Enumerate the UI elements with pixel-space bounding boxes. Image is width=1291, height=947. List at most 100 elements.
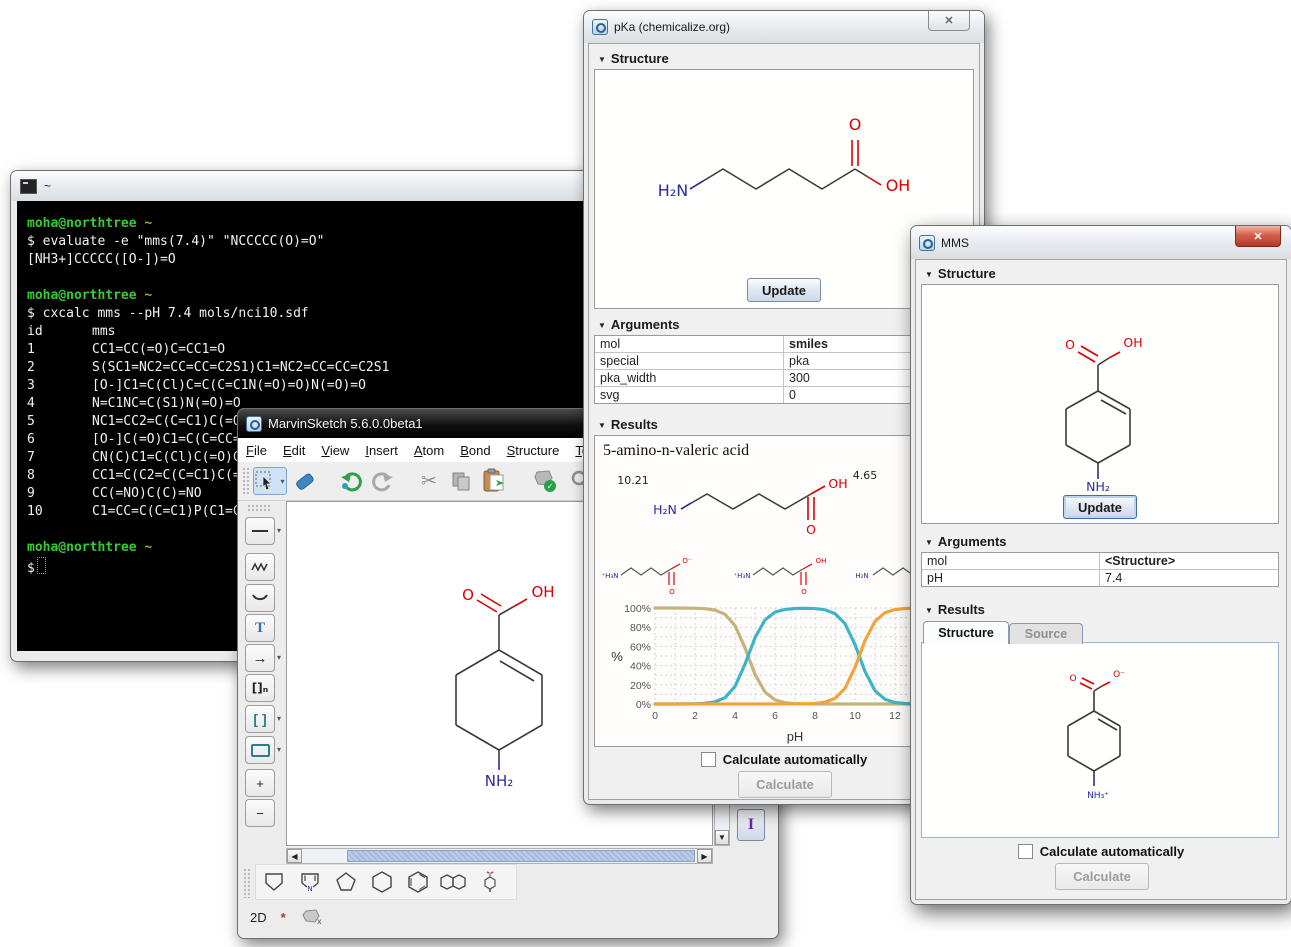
pka-calculate-button[interactable]: Calculate xyxy=(738,771,832,798)
structure-check-button[interactable]: ✓ xyxy=(529,467,561,495)
mms-structure-molecule: O OH NH₂ xyxy=(922,285,1276,521)
template-cyclopentadiene[interactable] xyxy=(256,867,292,897)
pka-calc-auto-checkbox[interactable] xyxy=(701,752,716,767)
svg-text:10: 10 xyxy=(849,710,861,722)
pka-structure-section-header[interactable]: ▼Structure xyxy=(598,51,669,66)
mms-arguments-section-header[interactable]: ▼Arguments xyxy=(925,534,1007,549)
rectangle-icon xyxy=(251,744,270,757)
menu-atom[interactable]: Atom xyxy=(406,443,452,458)
bond-tool-button[interactable] xyxy=(245,517,275,545)
pka-results-section-header[interactable]: ▼Results xyxy=(598,417,658,432)
scroll-down-button[interactable]: ▼ xyxy=(715,830,729,845)
insert-text-button[interactable]: I xyxy=(737,809,765,841)
terminal-titlebar[interactable]: ~ xyxy=(11,171,591,201)
arg-value[interactable]: <Structure> xyxy=(1100,553,1278,569)
mms-calculate-button[interactable]: Calculate xyxy=(1055,863,1149,890)
chevron-down-icon[interactable]: ▾ xyxy=(277,653,281,662)
menu-structure[interactable]: Structure xyxy=(499,443,568,458)
paste-icon xyxy=(481,468,509,494)
repeat-group-tool-button[interactable]: []ₙ xyxy=(245,674,275,702)
template-cyclohexane[interactable] xyxy=(364,867,400,897)
cyclopentane-icon xyxy=(333,870,359,894)
template-benzene[interactable] xyxy=(400,867,436,897)
svg-text:O: O xyxy=(669,588,675,596)
marvin-app-icon xyxy=(246,416,262,432)
horizontal-scrollbar-thumb[interactable] xyxy=(347,850,695,862)
mms-title: MMS xyxy=(941,236,969,250)
eraser-button[interactable] xyxy=(291,467,319,495)
dimension-indicator[interactable]: 2D xyxy=(250,910,267,925)
table-row: pH7.4 xyxy=(922,570,1278,586)
redo-button[interactable] xyxy=(369,467,397,495)
svg-text:OH: OH xyxy=(1123,335,1142,350)
chevron-down-icon[interactable]: ▾ xyxy=(277,526,281,535)
mms-calc-auto-checkbox[interactable] xyxy=(1018,844,1033,859)
svg-text:40%: 40% xyxy=(630,661,651,673)
pka-arguments-section-header[interactable]: ▼Arguments xyxy=(598,317,680,332)
template-naphthalene[interactable] xyxy=(436,867,472,897)
microspecies-cation: ⁺H₃N OH O xyxy=(729,548,847,600)
rectangle-tool-button[interactable] xyxy=(245,736,275,764)
svg-text:O: O xyxy=(849,115,862,134)
svg-text:⁺H₃N: ⁺H₃N xyxy=(733,572,750,580)
tab-structure[interactable]: Structure xyxy=(923,621,1009,644)
structure-checker-icon[interactable]: x xyxy=(300,908,322,926)
template-cyclopentane[interactable] xyxy=(328,867,364,897)
collapse-icon: ▼ xyxy=(925,538,933,547)
template-toolbar-grippy[interactable] xyxy=(243,868,251,898)
chevron-down-icon[interactable]: ▾ xyxy=(277,745,281,754)
mms-titlebar[interactable]: MMS xyxy=(911,226,1291,259)
chevron-down-icon[interactable]: ▾ xyxy=(277,714,281,723)
scroll-left-button[interactable]: ◀ xyxy=(287,849,302,863)
cut-button[interactable]: ✂ xyxy=(415,467,443,495)
svg-text:✓: ✓ xyxy=(547,482,554,491)
copy-button[interactable] xyxy=(447,467,475,495)
mms-update-button[interactable]: Update xyxy=(1063,495,1137,519)
marvin-title: MarvinSketch 5.6.0.0beta1 xyxy=(268,416,423,431)
zoom-in-button[interactable]: + xyxy=(245,769,275,797)
pka-update-button[interactable]: Update xyxy=(747,278,821,302)
custom-template-icon xyxy=(477,869,503,895)
paste-button[interactable] xyxy=(479,467,511,495)
arrow-tool-button[interactable]: → xyxy=(245,644,275,672)
text-tool-button[interactable]: T xyxy=(245,614,275,642)
scroll-right-button[interactable]: ▶ xyxy=(697,849,712,863)
mms-results-section-header[interactable]: ▼Results xyxy=(925,602,985,617)
template-pyrrole[interactable]: N xyxy=(292,867,328,897)
pka-titlebar[interactable]: pKa (chemicalize.org) xyxy=(584,11,984,43)
table-row: mol<Structure> xyxy=(922,553,1278,570)
menu-edit[interactable]: Edit xyxy=(275,443,313,458)
arc-tool-button[interactable] xyxy=(245,584,275,612)
svg-text:100%: 100% xyxy=(624,603,651,615)
mms-structure-section-header[interactable]: ▼Structure xyxy=(925,266,996,281)
svg-text:O: O xyxy=(806,522,816,537)
menu-insert[interactable]: Insert xyxy=(357,443,406,458)
svg-text:OH: OH xyxy=(886,176,911,195)
template-toolbar: N xyxy=(255,864,517,900)
svg-text:6: 6 xyxy=(772,710,778,722)
bracket-tool-button[interactable]: [ ] xyxy=(245,705,275,733)
undo-button[interactable] xyxy=(337,467,365,495)
svg-text:NH₃⁺: NH₃⁺ xyxy=(1087,791,1109,801)
left-toolbar-grippy[interactable] xyxy=(247,504,271,512)
menu-file[interactable]: File xyxy=(238,443,275,458)
pka-close-button[interactable]: ✕ xyxy=(928,11,970,31)
horizontal-scrollbar[interactable]: ◀ ▶ xyxy=(286,848,713,864)
select-tool-button[interactable]: ▾ xyxy=(253,467,287,495)
mms-close-button[interactable]: ✕ xyxy=(1235,226,1281,247)
collapse-icon: ▼ xyxy=(598,421,606,430)
svg-text:NH₂: NH₂ xyxy=(1086,479,1110,494)
chain-tool-button[interactable] xyxy=(245,553,275,581)
left-arrow-icon: ◀ xyxy=(291,852,297,861)
arg-name: mol xyxy=(595,336,784,352)
svg-text:OH: OH xyxy=(531,583,554,601)
menu-bond[interactable]: Bond xyxy=(452,443,498,458)
menu-view[interactable]: View xyxy=(313,443,357,458)
tab-source[interactable]: Source xyxy=(1009,623,1083,644)
mms-structure-panel[interactable]: O OH NH₂ Update xyxy=(921,284,1279,524)
zoom-out-button[interactable]: − xyxy=(245,799,275,827)
arg-value[interactable]: 7.4 xyxy=(1100,570,1278,586)
template-custom-molecule[interactable] xyxy=(472,867,508,897)
toolbar-grippy[interactable] xyxy=(242,467,249,495)
svg-text:8: 8 xyxy=(812,710,818,722)
